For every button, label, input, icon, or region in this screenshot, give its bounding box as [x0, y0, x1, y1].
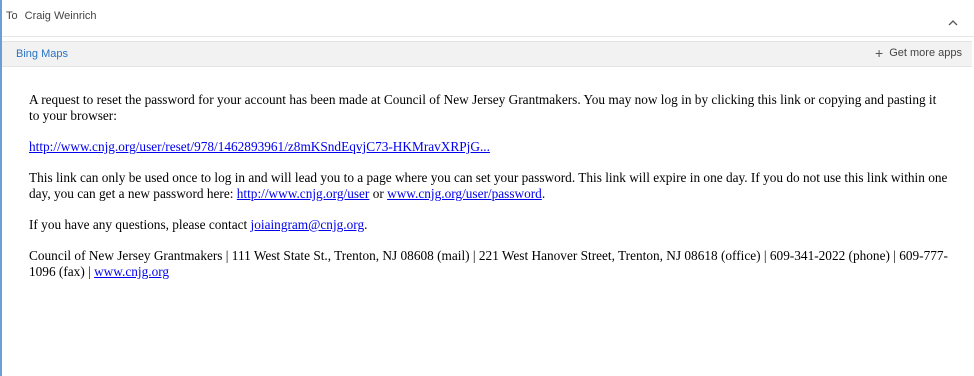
user-link[interactable]: http://www.cnjg.org/user — [237, 186, 370, 201]
message-header: To Craig Weinrich — [2, 0, 974, 37]
get-more-apps-label: Get more apps — [889, 47, 962, 59]
intro-paragraph: A request to reset the password for your… — [29, 92, 937, 123]
signature-paragraph: Council of New Jersey Grantmakers | 111 … — [29, 248, 949, 280]
reset-link-paragraph: http://www.cnjg.org/user/reset/978/14628… — [29, 139, 949, 155]
chevron-up-icon[interactable] — [946, 15, 960, 29]
apps-bar: Bing Maps + Get more apps — [2, 41, 972, 67]
questions-end: . — [364, 217, 368, 232]
get-more-apps-button[interactable]: + Get more apps — [875, 45, 962, 61]
recipient-name[interactable]: Craig Weinrich — [25, 10, 97, 22]
questions-text: If you have any questions, please contac… — [29, 217, 248, 232]
questions-paragraph: If you have any questions, please contac… — [29, 217, 949, 233]
or-text: or — [372, 186, 384, 201]
plus-icon: + — [875, 45, 884, 61]
bing-maps-app-link[interactable]: Bing Maps — [16, 48, 68, 60]
password-link[interactable]: www.cnjg.org/user/password — [387, 186, 542, 201]
expiry-end: . — [541, 186, 546, 201]
to-row: To Craig Weinrich — [6, 10, 97, 22]
reset-password-link[interactable]: http://www.cnjg.org/user/reset/978/14628… — [29, 139, 490, 154]
website-link[interactable]: www.cnjg.org — [94, 264, 169, 279]
expiry-paragraph: This link can only be used once to log i… — [29, 170, 949, 202]
to-label: To — [6, 10, 18, 22]
contact-email-link[interactable]: joiaingram@cnjg.org — [251, 217, 365, 232]
message-body: A request to reset the password for your… — [29, 92, 949, 295]
